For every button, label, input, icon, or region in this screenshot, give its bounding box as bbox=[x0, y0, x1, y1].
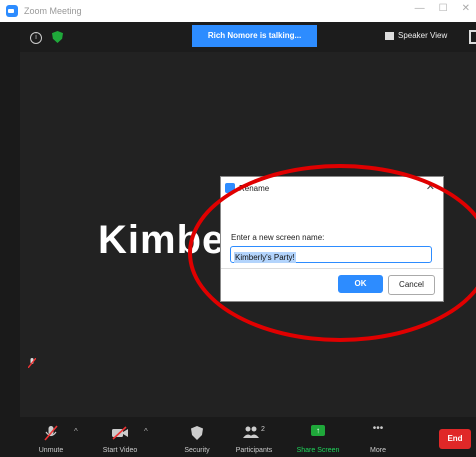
security-shield-icon bbox=[191, 426, 203, 440]
chevron-up-icon[interactable]: ^ bbox=[74, 427, 78, 436]
share-screen-icon: ↑ bbox=[311, 425, 325, 436]
muted-mic-icon bbox=[44, 425, 58, 441]
more-dots-icon: ••• bbox=[372, 423, 384, 434]
participants-button[interactable]: 2 Participants bbox=[236, 417, 273, 454]
more-button[interactable]: ••• More bbox=[368, 417, 388, 454]
speaker-view-label: Speaker View bbox=[398, 31, 448, 40]
participants-icon bbox=[243, 426, 260, 438]
chevron-up-icon[interactable]: ^ bbox=[144, 427, 148, 436]
grid-icon bbox=[385, 31, 394, 40]
speaker-view-button[interactable]: Speaker View bbox=[385, 31, 447, 40]
participants-label: Participants bbox=[235, 447, 273, 454]
encryption-shield-icon[interactable] bbox=[52, 31, 63, 43]
unmute-label: Unmute bbox=[38, 447, 64, 454]
unmute-button[interactable]: Unmute bbox=[38, 417, 64, 454]
share-screen-label: Share Screen bbox=[296, 447, 340, 454]
minimize-icon[interactable]: — bbox=[415, 3, 425, 14]
window-title: Zoom Meeting bbox=[24, 6, 82, 16]
meeting-toolbar: Unmute ^ Start Video ^ Security 2 Partic… bbox=[20, 417, 476, 457]
more-label: More bbox=[370, 447, 386, 454]
video-off-icon bbox=[112, 426, 128, 440]
maximize-icon[interactable]: ☐ bbox=[439, 3, 448, 14]
highlight-annotation bbox=[188, 164, 476, 342]
window-titlebar: Zoom Meeting — ☐ ✕ bbox=[0, 0, 476, 22]
share-screen-button[interactable]: ↑ Share Screen bbox=[297, 417, 339, 454]
meeting-topbar: i Rich Nomore is talking... Speaker View bbox=[20, 22, 476, 52]
start-video-label: Start Video bbox=[102, 447, 138, 454]
muted-mic-icon bbox=[27, 357, 37, 369]
active-speaker-banner: Rich Nomore is talking... bbox=[192, 25, 317, 47]
window-controls: — ☐ ✕ bbox=[415, 3, 470, 14]
end-meeting-button[interactable]: End bbox=[439, 429, 471, 449]
participants-count: 2 bbox=[261, 426, 265, 433]
close-icon[interactable]: ✕ bbox=[462, 3, 470, 14]
zoom-app-icon bbox=[6, 5, 18, 17]
security-label: Security bbox=[184, 447, 210, 454]
meeting-window: i Rich Nomore is talking... Speaker View… bbox=[20, 22, 476, 457]
info-icon[interactable]: i bbox=[30, 32, 42, 44]
security-button[interactable]: Security bbox=[184, 417, 210, 454]
fullscreen-icon[interactable] bbox=[469, 30, 476, 44]
start-video-button[interactable]: Start Video bbox=[102, 417, 138, 454]
